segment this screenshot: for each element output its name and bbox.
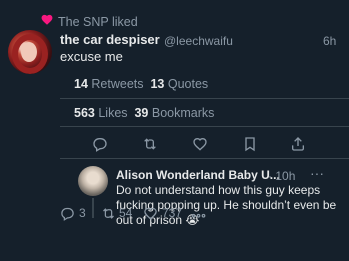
tweet-text: excuse me xyxy=(60,49,123,64)
reply-count: 3 xyxy=(79,206,86,220)
like-icon[interactable] xyxy=(192,136,208,152)
retweet-count: 54 xyxy=(119,206,133,220)
reply-icon[interactable] xyxy=(60,206,75,224)
bookmark-icon[interactable] xyxy=(242,136,258,152)
share-icon[interactable] xyxy=(290,136,306,152)
retweets-label[interactable]: Retweets xyxy=(91,77,143,91)
views-icon[interactable] xyxy=(191,207,206,225)
bookmarks-label[interactable]: Bookmarks xyxy=(152,106,215,120)
liked-by-text[interactable]: The SNP liked xyxy=(58,15,138,29)
quotes-label[interactable]: Quotes xyxy=(168,77,208,91)
retweet-icon[interactable] xyxy=(142,136,158,152)
heart-icon xyxy=(40,13,54,26)
more-icon[interactable]: ··· xyxy=(310,165,324,181)
retweet-icon[interactable] xyxy=(101,206,116,224)
actions-divider xyxy=(60,158,349,159)
like-icon[interactable] xyxy=(143,206,158,224)
like-count[interactable]: 563 xyxy=(74,106,95,120)
author-avatar[interactable] xyxy=(8,30,52,74)
tweet-stats-row-1: 14 Retweets 13 Quotes xyxy=(74,77,208,91)
likes-label[interactable]: Likes xyxy=(98,106,127,120)
reply-author-avatar[interactable] xyxy=(78,166,108,196)
author-display-name[interactable]: the car despiser xyxy=(60,32,160,47)
quote-count[interactable]: 13 xyxy=(150,77,164,91)
reply-time[interactable]: 10h xyxy=(275,169,295,183)
social-context: The SNP liked xyxy=(0,6,349,29)
author-handle[interactable]: @leechwaifu xyxy=(164,34,233,48)
tweet-timestamp[interactable]: 6h xyxy=(323,34,336,48)
reply-timestamp[interactable]: · 10h xyxy=(268,169,295,183)
stats-divider xyxy=(60,98,349,99)
stats-divider xyxy=(60,126,349,127)
like-count: 737 xyxy=(162,206,183,220)
bookmark-count[interactable]: 39 xyxy=(134,106,148,120)
separator-dot: · xyxy=(268,169,272,183)
retweet-count[interactable]: 14 xyxy=(74,77,88,91)
thread-line xyxy=(92,198,94,218)
reply-author-display-name[interactable]: Alison Wonderland Baby U... xyxy=(116,168,280,182)
reply-icon[interactable] xyxy=(92,136,108,152)
tweet-stats-row-2: 563 Likes 39 Bookmarks xyxy=(74,106,214,120)
